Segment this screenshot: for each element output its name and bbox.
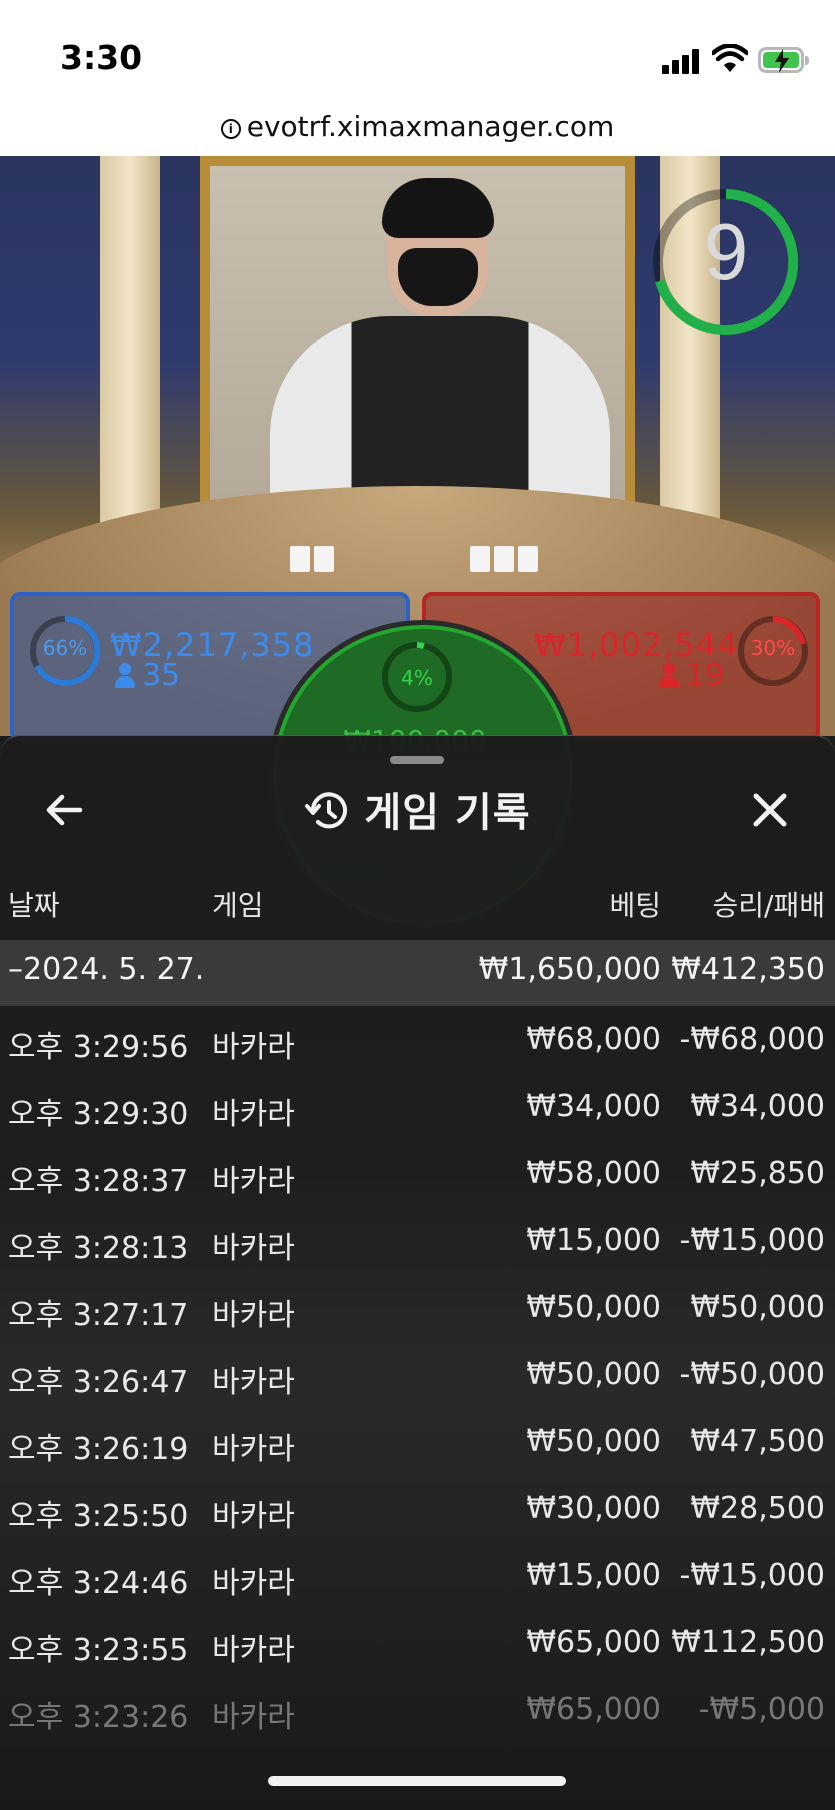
- row-bet: ₩50,000: [526, 1424, 661, 1459]
- status-time: 3:30: [60, 38, 143, 77]
- column-header-date: 날짜: [8, 889, 60, 922]
- dealer-hair: [382, 178, 494, 238]
- table-row[interactable]: 오후 3:23:55 바카라 ₩65,000 ₩112,500: [0, 1617, 835, 1683]
- row-time: 오후 3:23:26: [8, 1700, 189, 1735]
- table-row[interactable]: 오후 3:26:19 바카라 ₩50,000 ₩47,500: [0, 1416, 835, 1482]
- row-winloss: -₩68,000: [679, 1022, 825, 1057]
- row-bet: ₩65,000: [526, 1625, 661, 1660]
- playing-card: [518, 546, 538, 572]
- row-bet: ₩50,000: [526, 1357, 661, 1392]
- row-bet: ₩15,000: [526, 1223, 661, 1258]
- row-bet: ₩65,000: [526, 1692, 661, 1727]
- url-text: evotrf.ximaxmanager.com: [246, 110, 615, 143]
- row-game: 바카라: [212, 1298, 295, 1333]
- row-winloss: -₩15,000: [679, 1223, 825, 1258]
- row-time: 오후 3:28:13: [8, 1231, 189, 1266]
- row-winloss: -₩50,000: [679, 1357, 825, 1392]
- sheet-header: 게임 기록: [0, 780, 835, 838]
- url-display[interactable]: i evotrf.ximaxmanager.com: [220, 110, 615, 143]
- row-bet: ₩30,000: [526, 1491, 661, 1526]
- row-time: 오후 3:25:50: [8, 1499, 189, 1534]
- player-percent: 66%: [42, 636, 88, 660]
- row-game: 바카라: [212, 1566, 295, 1601]
- row-winloss: ₩47,500: [690, 1424, 825, 1459]
- row-game: 바카라: [212, 1097, 295, 1132]
- row-winloss: -₩5,000: [698, 1692, 825, 1727]
- player-bettor-count: 35: [142, 658, 181, 693]
- row-winloss: ₩112,500: [671, 1625, 825, 1660]
- row-game: 바카라: [212, 1231, 295, 1266]
- banker-user-icon: [659, 663, 679, 688]
- row-game: 바카라: [212, 1700, 295, 1735]
- row-bet: ₩58,000: [526, 1156, 661, 1191]
- row-bet: ₩68,000: [526, 1022, 661, 1057]
- pillar-left: [100, 156, 160, 546]
- row-time: 오후 3:29:30: [8, 1097, 189, 1132]
- date-group-bet-total: ₩1,650,000: [478, 952, 661, 987]
- home-indicator[interactable]: [268, 1776, 566, 1786]
- dealer-mask: [398, 248, 478, 306]
- column-header-winloss: 승리/패배: [712, 889, 825, 922]
- table-row[interactable]: 오후 3:29:56 바카라 ₩68,000 -₩68,000: [0, 1014, 835, 1080]
- table-row[interactable]: 오후 3:25:50 바카라 ₩30,000 ₩28,500: [0, 1483, 835, 1549]
- table-row[interactable]: 오후 3:27:17 바카라 ₩50,000 ₩50,000: [0, 1282, 835, 1348]
- row-time: 오후 3:28:37: [8, 1164, 189, 1199]
- row-winloss: ₩28,500: [690, 1491, 825, 1526]
- row-bet: ₩50,000: [526, 1290, 661, 1325]
- column-header-game: 게임: [212, 889, 264, 922]
- row-time: 오후 3:27:17: [8, 1298, 189, 1333]
- row-game: 바카라: [212, 1432, 295, 1467]
- row-game: 바카라: [212, 1365, 295, 1400]
- countdown-timer: 9: [703, 207, 749, 296]
- row-winloss: ₩25,850: [690, 1156, 825, 1191]
- row-winloss: -₩15,000: [679, 1558, 825, 1593]
- close-icon[interactable]: [746, 786, 794, 834]
- player-bet-amount: ₩2,217,358: [110, 626, 315, 664]
- column-header-bet: 베팅: [609, 889, 661, 922]
- address-bar[interactable]: i evotrf.ximaxmanager.com: [0, 100, 835, 156]
- playing-card: [290, 546, 310, 572]
- row-game: 바카라: [212, 1633, 295, 1668]
- battery-icon: [758, 47, 809, 73]
- playing-card: [494, 546, 514, 572]
- row-winloss: ₩50,000: [690, 1290, 825, 1325]
- table-row[interactable]: 오후 3:26:47 바카라 ₩50,000 -₩50,000: [0, 1349, 835, 1415]
- table-row[interactable]: 오후 3:24:46 바카라 ₩15,000 -₩15,000: [0, 1550, 835, 1616]
- status-bar: 3:30: [0, 0, 835, 100]
- table-row[interactable]: 오후 3:28:13 바카라 ₩15,000 -₩15,000: [0, 1215, 835, 1281]
- sheet-title: 게임 기록: [364, 790, 531, 836]
- row-bet: ₩34,000: [526, 1089, 661, 1124]
- date-group-row[interactable]: –2024. 5. 27. ₩1,650,000 ₩412,350: [0, 940, 835, 1006]
- banker-bettor-count: 19: [686, 658, 725, 693]
- date-group-label: –2024. 5. 27.: [8, 952, 205, 987]
- row-time: 오후 3:26:19: [8, 1432, 189, 1467]
- date-group-winloss-total: ₩412,350: [671, 952, 825, 987]
- cellular-signal-icon: [662, 48, 700, 74]
- player-user-icon: [115, 663, 135, 688]
- row-time: 오후 3:26:47: [8, 1365, 189, 1400]
- banker-percent: 30%: [750, 636, 796, 660]
- table-row[interactable]: 오후 3:23:26 바카라 ₩65,000 -₩5,000: [0, 1684, 835, 1750]
- row-game: 바카라: [212, 1030, 295, 1065]
- row-time: 오후 3:24:46: [8, 1566, 189, 1601]
- row-game: 바카라: [212, 1499, 295, 1534]
- info-icon[interactable]: i: [220, 119, 241, 139]
- table-row[interactable]: 오후 3:28:37 바카라 ₩58,000 ₩25,850: [0, 1148, 835, 1214]
- playing-card: [470, 546, 490, 572]
- row-time: 오후 3:29:56: [8, 1030, 189, 1065]
- tie-percent: 4%: [401, 666, 433, 690]
- row-game: 바카라: [212, 1164, 295, 1199]
- wifi-icon: [712, 44, 748, 72]
- sheet-drag-handle[interactable]: [390, 756, 444, 764]
- history-icon: [305, 792, 348, 829]
- row-time: 오후 3:23:55: [8, 1633, 189, 1668]
- row-bet: ₩15,000: [526, 1558, 661, 1593]
- table-row[interactable]: 오후 3:29:30 바카라 ₩34,000 ₩34,000: [0, 1081, 835, 1147]
- playing-card: [314, 546, 334, 572]
- row-winloss: ₩34,000: [690, 1089, 825, 1124]
- game-history-sheet: 게임 기록 날짜 게임 베팅 승리/패배 –2024. 5. 27. ₩1,65…: [0, 735, 835, 1810]
